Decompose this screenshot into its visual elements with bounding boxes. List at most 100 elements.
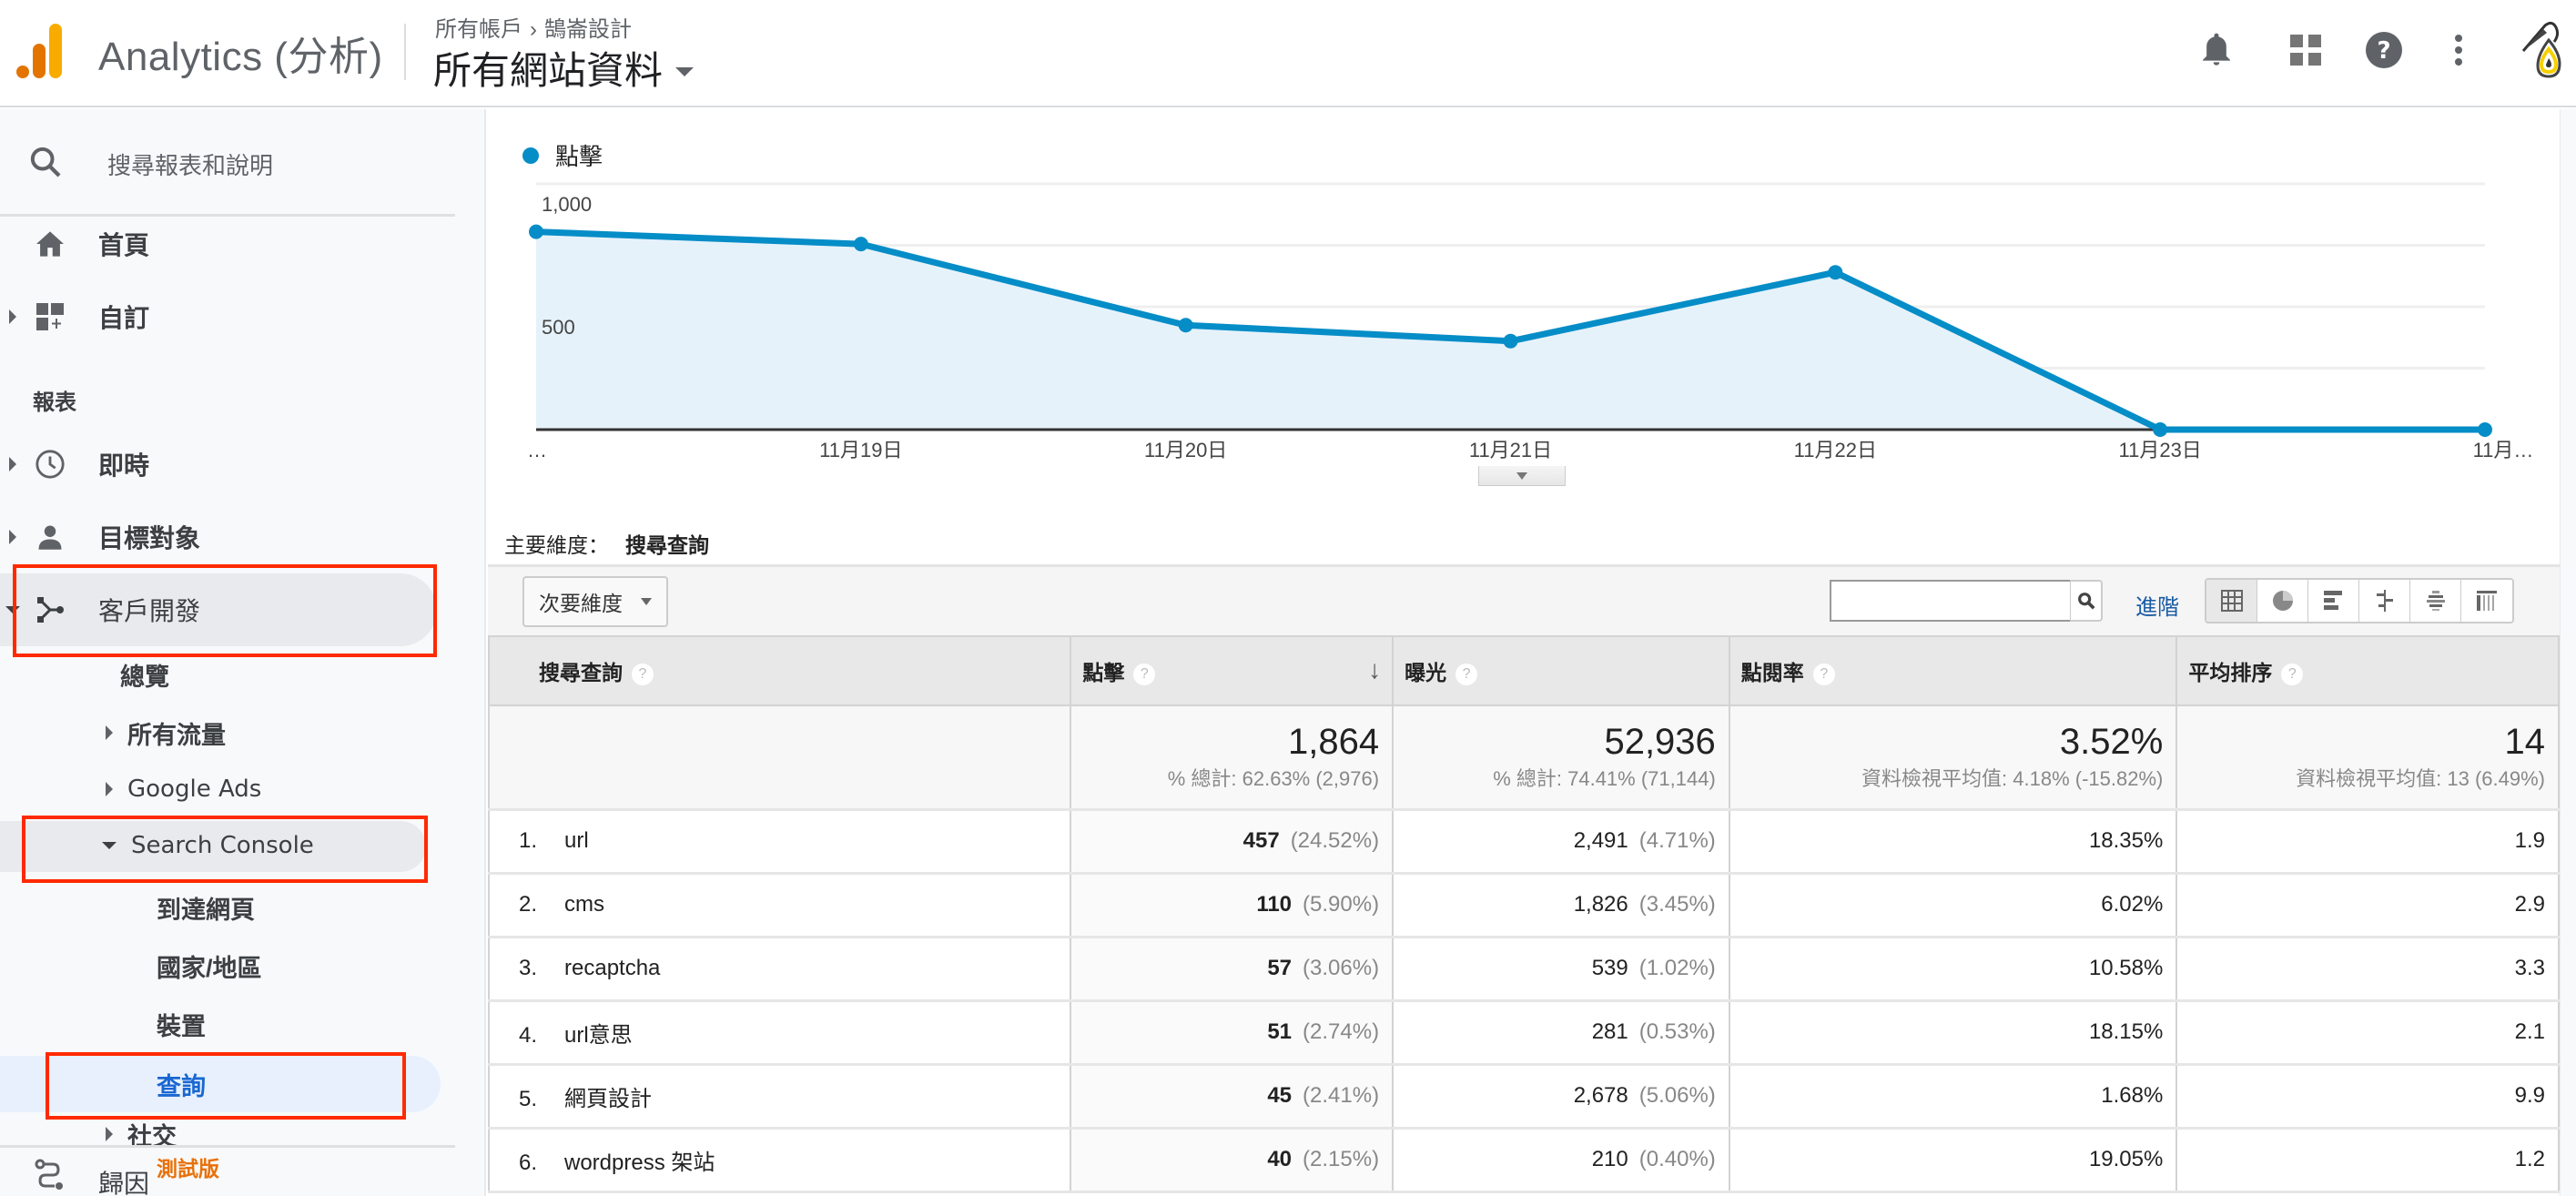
more-vert-icon — [2455, 35, 2462, 66]
ctr-cell: 10.58% — [1728, 937, 2178, 1002]
position-cell: 2.9 — [2175, 873, 2560, 938]
column-header-ctr[interactable]: 點閱率? — [1728, 635, 2178, 706]
person-icon — [33, 520, 67, 554]
help-icon[interactable]: ? — [1133, 663, 1156, 685]
sidebar-subitem-countries[interactable]: 國家/地區 — [157, 938, 262, 994]
help-icon[interactable]: ? — [1812, 663, 1835, 685]
notifications-button[interactable] — [2194, 27, 2239, 73]
query-link[interactable]: url — [564, 828, 589, 853]
impressions-value: 210 — [1591, 1147, 1628, 1171]
breadcrumb-account[interactable]: 鵠崙設計 — [544, 17, 632, 42]
column-header-impressions[interactable]: 曝光? — [1392, 635, 1730, 706]
primary-dimension: 主要維度： 搜尋查詢 — [504, 528, 709, 559]
data-point[interactable] — [529, 224, 543, 239]
term-cloud-icon — [2426, 591, 2445, 611]
position-value: 1.2 — [2514, 1147, 2545, 1171]
sidebar-item-audience[interactable]: 目標對象 — [0, 501, 437, 573]
more-options-button[interactable] — [2436, 27, 2481, 73]
clicks-line-chart[interactable]: 1,000 500 … 11月19日 11月20日 11月21日 11月22日 11月23日 1… — [488, 164, 2560, 473]
account-avatar[interactable] — [2514, 18, 2569, 82]
data-point[interactable] — [1503, 333, 1518, 349]
ctr-value: 18.15% — [2088, 1019, 2164, 1044]
data-point[interactable] — [2478, 422, 2492, 437]
query-link[interactable]: url意思 — [564, 1023, 633, 1048]
table-filter-input[interactable] — [1830, 580, 2070, 622]
column-header-label: 平均排序 — [2188, 661, 2273, 684]
help-icon[interactable]: ? — [1455, 663, 1478, 685]
position-value: 1.9 — [2514, 828, 2545, 853]
ctr-cell: 19.05% — [1728, 1128, 2178, 1193]
impressions-percent: (1.02%) — [1638, 956, 1716, 980]
analytics-logo[interactable] — [13, 24, 67, 78]
column-header-clicks[interactable]: 點擊? ↓ — [1070, 635, 1394, 706]
expand-arrow-icon — [106, 782, 113, 796]
primary-dimension-value[interactable]: 搜尋查詢 — [625, 533, 709, 557]
table-filter-search-button[interactable] — [2070, 580, 2103, 622]
performance-view-button[interactable] — [2308, 580, 2359, 622]
sidebar-subitem-landing-pages[interactable]: 到達網頁 — [157, 879, 255, 936]
expand-arrow-icon — [106, 725, 113, 740]
advanced-filter-link[interactable]: 進階 — [2135, 589, 2179, 621]
apps-button[interactable] — [2283, 27, 2328, 73]
sidebar-subitem-all-traffic[interactable]: 所有流量 — [106, 704, 226, 761]
pivot-view-button[interactable] — [2461, 580, 2512, 622]
view-selector[interactable]: 所有網站資料 — [433, 40, 695, 96]
column-header-avg-position[interactable]: 平均排序? — [2175, 635, 2560, 706]
sidebar-subitem-devices[interactable]: 裝置 — [157, 996, 206, 1052]
term-cloud-view-button[interactable] — [2410, 580, 2461, 622]
attribution-label: 歸因 — [98, 1170, 150, 1196]
data-point[interactable] — [1828, 265, 1843, 280]
data-point[interactable] — [853, 237, 868, 252]
bell-icon — [2203, 33, 2230, 66]
help-icon[interactable]: ? — [2281, 663, 2304, 685]
sidebar-item-customization[interactable]: 自訂 — [0, 280, 437, 353]
help-button[interactable]: ? — [2361, 27, 2407, 73]
help-icon[interactable]: ? — [632, 663, 654, 685]
total-impressions: 52,936 — [1604, 722, 1716, 763]
sidebar-item-acquisition[interactable]: 客戶開發 — [0, 573, 437, 646]
ctr-value: 6.02% — [2101, 892, 2164, 917]
position-cell: 3.3 — [2175, 937, 2560, 1002]
table-view-button[interactable] — [2206, 580, 2257, 622]
chart-collapse-button[interactable] — [1478, 466, 1566, 486]
ctr-value: 1.68% — [2101, 1083, 2164, 1108]
sidebar-item-home[interactable]: 首頁 — [0, 208, 437, 280]
sidebar-search[interactable]: 搜尋報表和說明 — [0, 109, 455, 217]
svg-text:?: ? — [2377, 37, 2390, 65]
reports-section-label: 報表 — [33, 390, 76, 415]
query-link[interactable]: recaptcha — [564, 956, 660, 980]
sidebar-subitem-overview[interactable]: 總覽 — [120, 646, 169, 703]
avatar-logo-icon — [2521, 21, 2561, 78]
data-point[interactable] — [2153, 422, 2168, 437]
sidebar-footer-attribution[interactable]: 歸因 測試版 — [0, 1145, 455, 1196]
sidebar-item-label: 總覽 — [120, 663, 169, 691]
position-cell: 2.1 — [2175, 1000, 2560, 1066]
total-impressions-sub: % 總計: 74.41% (71,144) — [1493, 767, 1716, 791]
query-link[interactable]: cms — [564, 892, 604, 917]
clicks-percent: (2.74%) — [1303, 1019, 1380, 1044]
query-link[interactable]: 網頁設計 — [564, 1087, 652, 1111]
secondary-dimension-dropdown[interactable]: 次要維度 — [522, 576, 668, 627]
sidebar-subitem-search-console[interactable]: Search Console — [102, 817, 314, 874]
query-link[interactable]: wordpress 架站 — [564, 1150, 715, 1175]
x-tick-label: 11月19日 — [819, 439, 902, 461]
pie-view-button[interactable] — [2257, 580, 2308, 622]
query-cell: 6. wordpress 架站 — [487, 1128, 1072, 1193]
query-cell: 4. url意思 — [487, 1000, 1072, 1066]
clicks-percent: (3.06%) — [1303, 956, 1380, 980]
sidebar-search-placeholder[interactable]: 搜尋報表和說明 — [107, 147, 273, 181]
page-scrollbar[interactable] — [2560, 109, 2576, 1196]
breadcrumb-account-root[interactable]: 所有帳戶 — [435, 17, 522, 42]
row-index: 1. — [519, 828, 538, 853]
sidebar-item-realtime[interactable]: 即時 — [0, 428, 437, 501]
column-header-query[interactable]: 搜尋查詢? — [487, 635, 1072, 706]
row-index: 3. — [519, 956, 538, 980]
breadcrumb[interactable]: 所有帳戶 › 鵠崙設計 — [435, 11, 632, 43]
impressions-value: 2,491 — [1573, 828, 1628, 853]
data-point[interactable] — [1178, 318, 1193, 333]
table-header-row: 搜尋查詢? 點擊? ↓ 曝光? 點閱率? 平均排序? — [487, 635, 2560, 706]
sidebar-subitem-queries[interactable]: 查詢 — [157, 1056, 206, 1112]
sidebar-subitem-google-ads[interactable]: Google Ads — [106, 761, 261, 817]
table-row: 6. wordpress 架站 40 (2.15%) 210 (0.40%) 19.05% 1… — [487, 1128, 2560, 1193]
comparison-view-button[interactable] — [2359, 580, 2410, 622]
